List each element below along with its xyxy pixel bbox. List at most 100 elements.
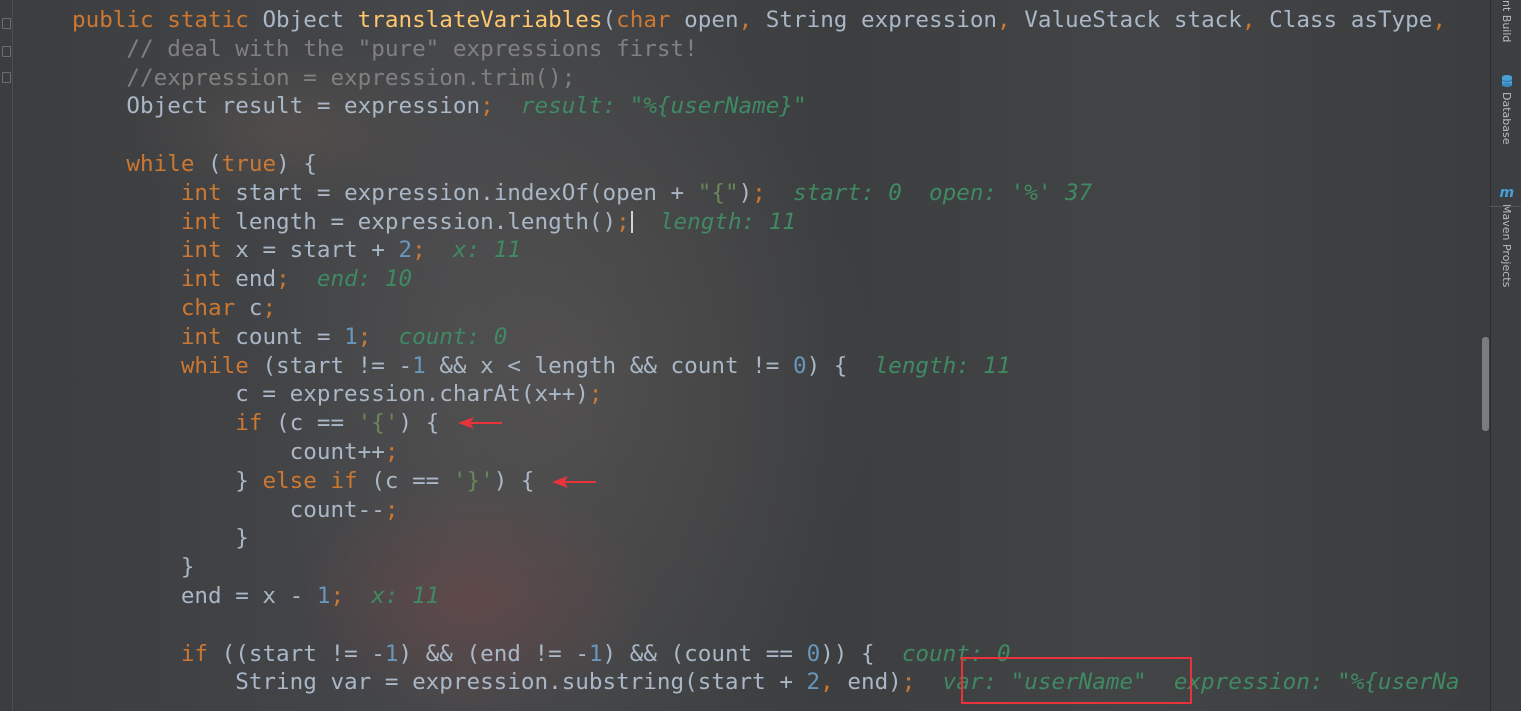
annotation-highlight-box xyxy=(961,657,1192,704)
code-token: c = expression.charAt(x++) xyxy=(72,381,589,408)
code-line[interactable]: public static Object translateVariables(… xyxy=(72,6,1446,35)
tool-tab-ant-build[interactable]: nt Build xyxy=(1491,0,1521,42)
debug-inline-value: end: 10 xyxy=(289,266,413,293)
code-line[interactable]: while (true) { xyxy=(72,150,316,179)
tool-tab-maven-projects[interactable]: m Maven Projects xyxy=(1491,186,1521,287)
code-token: if xyxy=(235,410,277,437)
code-line[interactable]: int count = 1; count: 0 xyxy=(72,323,508,352)
code-line[interactable]: int end; end: 10 xyxy=(72,265,412,294)
vertical-scrollbar[interactable] xyxy=(1481,0,1490,711)
code-token: String var = expression.substring(start … xyxy=(72,669,807,696)
code-line[interactable]: String var = expression.substring(start … xyxy=(72,668,1459,697)
code-token: ; xyxy=(480,93,494,120)
code-token: )) { xyxy=(820,640,875,667)
code-token: 1 xyxy=(344,323,358,350)
code-token: "{" xyxy=(697,179,739,206)
code-token: String expression xyxy=(765,7,998,33)
scrollbar-thumb[interactable] xyxy=(1482,337,1489,431)
code-token: char xyxy=(616,7,685,33)
ide-window: public static Object translateVariables(… xyxy=(0,0,1521,711)
panel-divider xyxy=(1490,206,1521,207)
code-line[interactable]: int length = expression.length(); length… xyxy=(72,208,796,237)
tool-tab-database[interactable]: Database xyxy=(1491,74,1521,145)
code-token: , xyxy=(1241,7,1270,33)
code-token: translateVariables xyxy=(357,7,603,33)
code-line[interactable]: } xyxy=(72,553,195,582)
maven-icon: m xyxy=(1499,185,1515,201)
code-token: ) && (count == xyxy=(602,640,807,667)
code-token: count++ xyxy=(72,439,385,465)
code-token: while xyxy=(180,352,263,379)
code-line[interactable]: if (c == '{') { xyxy=(72,409,439,438)
code-token: ; xyxy=(384,439,399,465)
code-token: true xyxy=(221,151,277,177)
code-line[interactable]: // deal with the "pure" expressions firs… xyxy=(72,35,697,64)
code-token: Object result = expression xyxy=(72,93,481,120)
code-line[interactable]: end = x - 1; x: 11 xyxy=(72,582,439,611)
code-token: end xyxy=(235,266,277,293)
code-token: ) && (end != - xyxy=(398,640,589,667)
code-editor[interactable]: public static Object translateVariables(… xyxy=(0,6,1490,711)
tool-tab-label: nt Build xyxy=(1500,0,1513,43)
code-token: Class asType xyxy=(1269,7,1433,33)
code-line[interactable]: char c; xyxy=(72,294,276,323)
code-token: } xyxy=(72,467,263,494)
tool-tab-label: Database xyxy=(1500,92,1513,145)
debug-inline-value: length: 11 xyxy=(632,208,796,235)
code-token: ) { xyxy=(806,352,848,379)
code-token: 0 xyxy=(792,352,807,379)
code-token: 1 xyxy=(412,352,440,379)
code-line[interactable]: } else if (c == '}') { xyxy=(72,467,535,496)
code-token: length = expression.length() xyxy=(235,208,617,235)
code-token: else if xyxy=(262,467,372,494)
code-token: ; xyxy=(412,237,426,264)
code-token: 2 xyxy=(806,669,821,696)
code-token: (start != - xyxy=(262,352,413,379)
code-token: char xyxy=(180,295,249,321)
code-line[interactable]: int start = expression.indexOf(open + "{… xyxy=(72,179,1092,208)
code-token: ( xyxy=(208,151,222,177)
debug-inline-value: length: 11 xyxy=(847,352,1011,379)
code-token: (c == xyxy=(276,410,358,437)
code-line[interactable]: Object result = expression; result: "%{u… xyxy=(72,92,806,121)
annotation-arrow xyxy=(552,476,596,488)
code-token: ) { xyxy=(493,467,535,494)
debug-inline-value: x: 11 xyxy=(344,583,440,609)
code-token: c xyxy=(248,295,263,321)
code-line[interactable]: int x = start + 2; x: 11 xyxy=(72,236,521,265)
code-token: ; xyxy=(276,266,290,293)
code-line[interactable]: count--; xyxy=(72,496,399,525)
code-line[interactable]: c = expression.charAt(x++); xyxy=(72,380,602,409)
code-token: ((start != - xyxy=(221,640,385,667)
code-token: && x < length && count != xyxy=(439,352,793,379)
debug-inline-value: count: 0 xyxy=(371,323,508,350)
code-token: ; xyxy=(384,496,399,523)
database-icon xyxy=(1501,75,1512,87)
code-line[interactable]: while (start != -1 && x < length && coun… xyxy=(72,352,1011,381)
code-line[interactable]: if ((start != -1) && (end != -1) && (cou… xyxy=(72,640,1011,669)
code-line[interactable]: count++; xyxy=(72,438,399,467)
code-token: ) { xyxy=(398,410,440,437)
right-tool-panel: nt Build Database m Maven Projects xyxy=(1490,0,1521,711)
code-token: open xyxy=(684,7,739,33)
code-line[interactable]: //expression = expression.trim(); xyxy=(72,64,575,93)
code-token: '}' xyxy=(452,467,494,494)
code-token: x = start + xyxy=(235,237,399,264)
code-token: int xyxy=(180,237,236,264)
code-token: ; xyxy=(752,179,766,206)
code-token: , xyxy=(820,669,848,696)
code-token: end) xyxy=(847,669,902,696)
code-line[interactable]: } xyxy=(72,524,249,553)
code-token: ; xyxy=(262,295,277,321)
code-token: int xyxy=(180,266,236,293)
code-token: end = x - xyxy=(72,583,317,609)
code-token: 1 xyxy=(316,583,331,609)
annotation-arrow xyxy=(458,417,502,429)
debug-inline-value: start: 0 open: '%' 37 xyxy=(765,179,1093,206)
code-token: if xyxy=(180,640,222,667)
code-token: '{' xyxy=(357,410,399,437)
